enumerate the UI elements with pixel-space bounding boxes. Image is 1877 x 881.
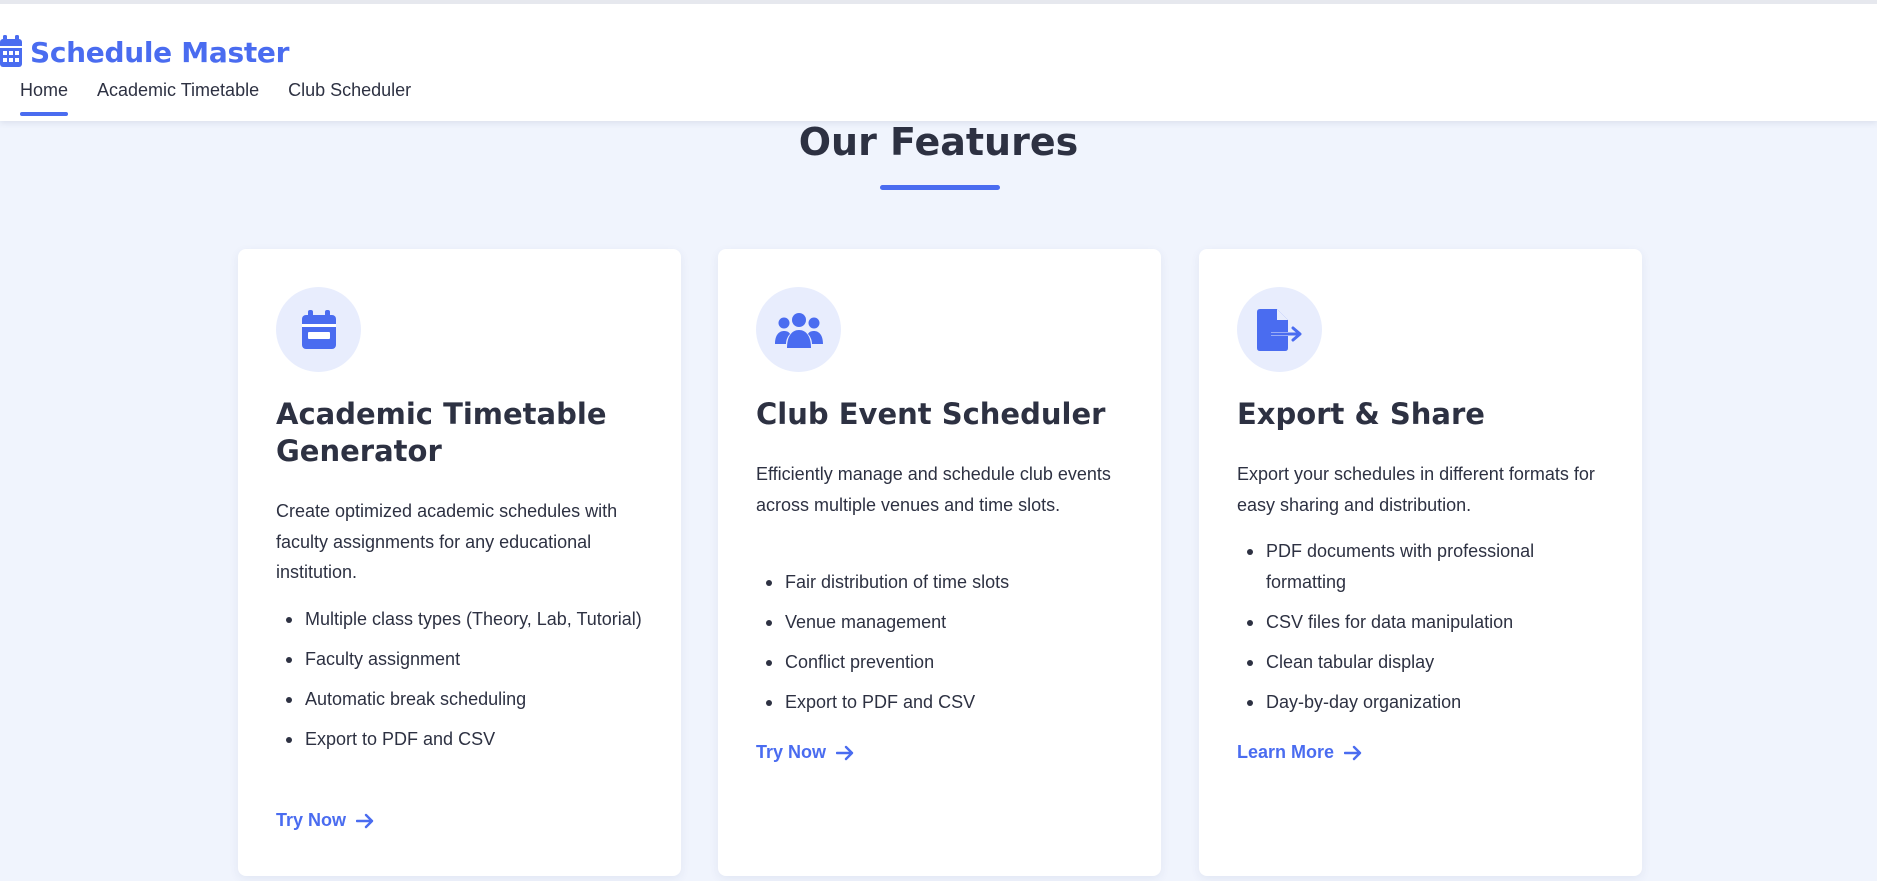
card-description: Create optimized academic schedules with… — [276, 501, 618, 582]
list-item: Export to PDF and CSV — [276, 724, 651, 755]
card-description: Efficiently manage and schedule club eve… — [756, 464, 1111, 515]
card-title: Export & Share — [1237, 397, 1485, 431]
nav-item-academic-timetable[interactable]: Academic Timetable — [97, 76, 259, 120]
calendar-icon — [301, 309, 336, 349]
card-title: Academic Timetable Generator — [276, 397, 607, 468]
feature-icon-circle — [276, 287, 361, 372]
try-now-link[interactable]: Try Now — [276, 810, 374, 831]
nav-item-club-scheduler[interactable]: Club Scheduler — [288, 76, 411, 120]
arrow-right-icon — [1344, 745, 1362, 760]
calendar-icon — [0, 35, 22, 67]
title-underline — [880, 185, 1000, 190]
try-now-link[interactable]: Try Now — [756, 742, 854, 763]
file-export-icon — [1256, 308, 1301, 351]
users-icon — [774, 312, 823, 348]
feature-list: Multiple class types (Theory, Lab, Tutor… — [276, 604, 651, 764]
list-item: Venue management — [756, 607, 1131, 638]
list-item: Faculty assignment — [276, 644, 651, 675]
card-description: Export your schedules in different forma… — [1237, 464, 1595, 515]
link-label: Learn More — [1237, 742, 1335, 762]
list-item: CSV files for data manipulation — [1237, 607, 1612, 638]
learn-more-link[interactable]: Learn More — [1237, 742, 1362, 763]
feature-list: PDF documents with professional formatti… — [1237, 536, 1612, 727]
link-label: Try Now — [756, 742, 827, 762]
section-title: Our Features — [798, 120, 1079, 164]
list-item: Conflict prevention — [756, 647, 1131, 678]
list-item: PDF documents with professional formatti… — [1237, 536, 1612, 597]
site-header: Schedule Master Home Academic Timetable … — [0, 0, 1877, 121]
brand[interactable]: Schedule Master — [0, 34, 289, 70]
list-item: Fair distribution of time slots — [756, 567, 1131, 598]
feature-icon-circle — [756, 287, 841, 372]
feature-card-export-share: Export & Share Export your schedules in … — [1199, 249, 1642, 876]
list-item: Automatic break scheduling — [276, 684, 651, 715]
feature-card-academic-timetable: Academic Timetable Generator Create opti… — [238, 249, 681, 876]
feature-icon-circle — [1237, 287, 1322, 372]
list-item: Export to PDF and CSV — [756, 687, 1131, 718]
arrow-right-icon — [356, 813, 374, 828]
card-title: Club Event Scheduler — [756, 397, 1106, 431]
brand-name: Schedule Master — [30, 35, 290, 69]
nav-item-home[interactable]: Home — [20, 76, 69, 120]
list-item: Clean tabular display — [1237, 647, 1612, 678]
list-item: Multiple class types (Theory, Lab, Tutor… — [276, 604, 651, 635]
main-nav: Home Academic Timetable Club Scheduler — [20, 76, 411, 120]
arrow-right-icon — [836, 745, 854, 760]
feature-list: Fair distribution of time slots Venue ma… — [756, 567, 1131, 727]
list-item: Day-by-day organization — [1237, 687, 1612, 718]
link-label: Try Now — [276, 810, 347, 830]
feature-card-club-scheduler: Club Event Scheduler Efficiently manage … — [718, 249, 1161, 876]
